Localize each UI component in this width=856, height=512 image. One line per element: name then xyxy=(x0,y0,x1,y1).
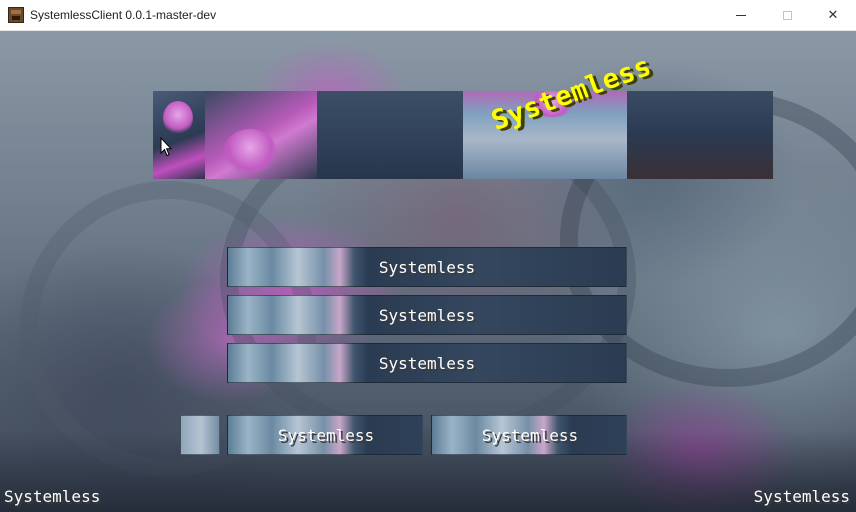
banner-art xyxy=(163,101,193,135)
main-menu-canvas: Systemless Systemless Systemless Systeml… xyxy=(0,31,856,512)
window-title: SystemlessClient 0.0.1-master-dev xyxy=(30,8,217,22)
copyright-text[interactable]: Systemless xyxy=(754,487,850,506)
menu-button-2[interactable]: Systemless xyxy=(227,295,627,335)
language-button[interactable] xyxy=(180,415,220,455)
title-bar: SystemlessClient 0.0.1-master-dev ✕ xyxy=(0,0,856,31)
menu-button-4[interactable]: Systemless xyxy=(227,415,423,455)
menu-button-5-label: Systemless xyxy=(481,425,579,445)
banner-tile xyxy=(317,91,463,179)
minimize-button[interactable] xyxy=(718,0,764,31)
menu-button-1[interactable]: Systemless xyxy=(227,247,627,287)
minimize-icon xyxy=(736,15,746,16)
menu-button-5[interactable]: Systemless xyxy=(431,415,627,455)
menu-button-2-label: Systemless xyxy=(378,305,476,325)
app-icon xyxy=(8,7,24,23)
maximize-icon xyxy=(782,11,792,20)
menu-button-3-label: Systemless xyxy=(378,353,476,373)
banner-art xyxy=(223,129,277,175)
banner-tile xyxy=(627,91,773,179)
version-text: Systemless xyxy=(4,487,101,506)
banner-tile xyxy=(153,91,205,179)
logo-banner xyxy=(153,91,773,179)
menu-button-1-label: Systemless xyxy=(378,257,476,277)
menu-button-3[interactable]: Systemless xyxy=(227,343,627,383)
close-icon: ✕ xyxy=(827,8,839,23)
menu-button-4-label: Systemless xyxy=(277,425,375,445)
mouse-cursor-icon xyxy=(160,137,172,157)
close-button[interactable]: ✕ xyxy=(810,0,856,31)
banner-tile xyxy=(205,91,317,179)
background-shade xyxy=(0,431,856,512)
maximize-button[interactable] xyxy=(764,0,810,31)
